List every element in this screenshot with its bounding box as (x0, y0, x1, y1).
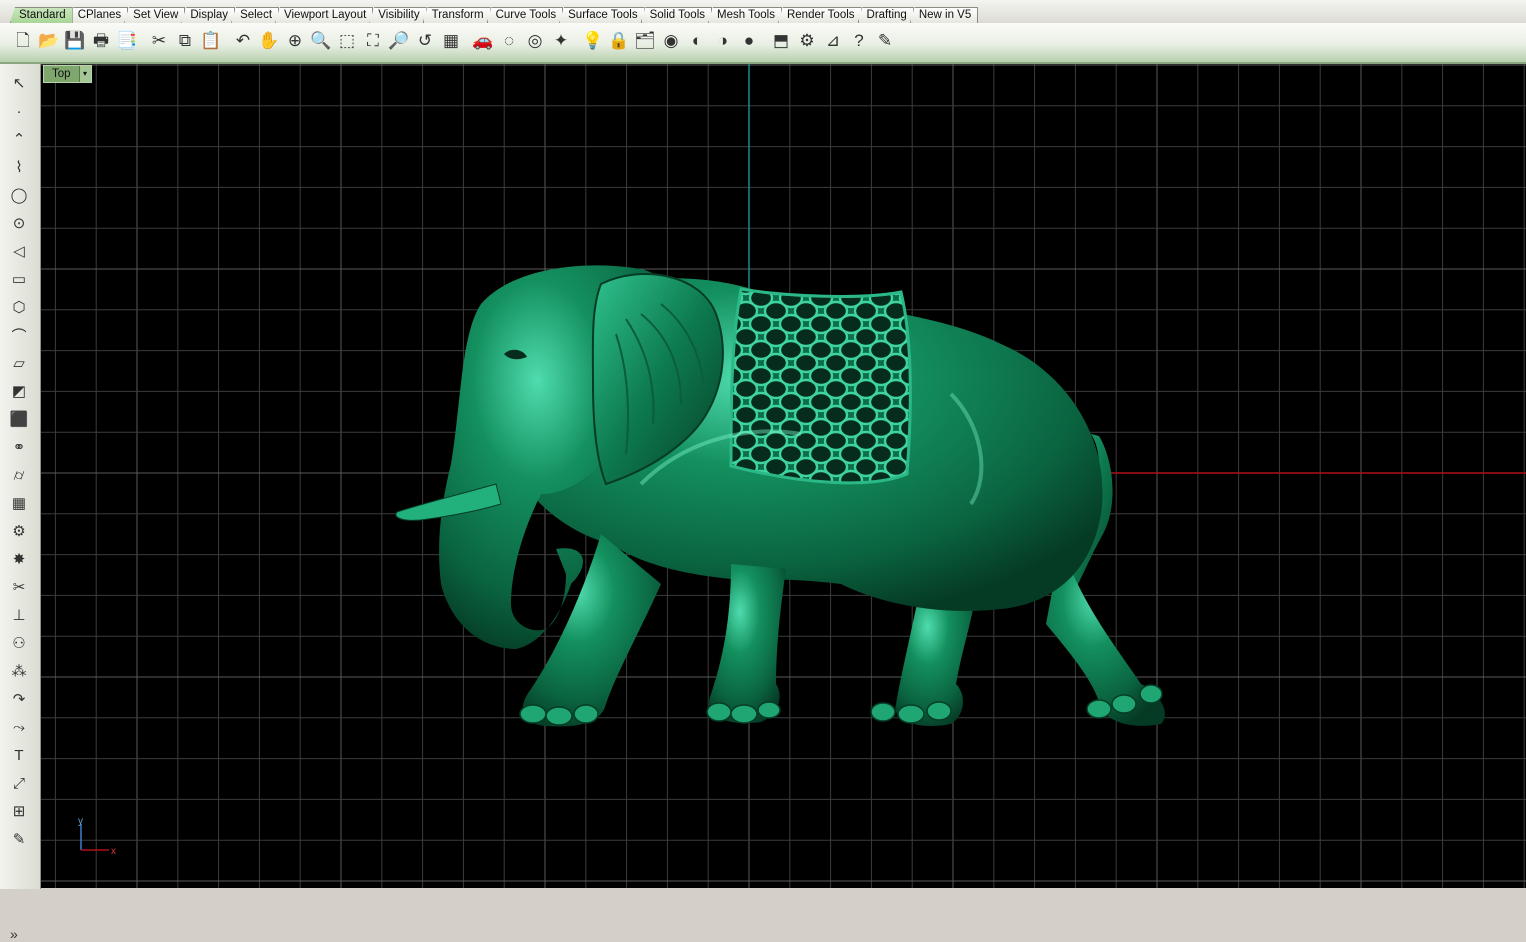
car-render-icon[interactable]: 🚗 (470, 26, 496, 54)
explode-icon[interactable]: ✸ (6, 547, 32, 571)
boolean-union-icon[interactable]: ⚭ (6, 435, 32, 459)
more-tools-icon[interactable]: » (10, 926, 18, 942)
layer-icon[interactable]: 🗂 (632, 26, 658, 54)
show-selected-icon[interactable]: ◎ (522, 26, 548, 54)
world-axis-icon: y x (78, 816, 116, 857)
rotate-view-icon[interactable]: ⊕ (282, 26, 308, 54)
viewport-title-tab[interactable]: Top ▾ (43, 65, 92, 83)
tab-cplanes[interactable]: CPlanes (68, 7, 129, 23)
cut-icon[interactable]: ✂ (146, 26, 172, 54)
group-icon[interactable]: ⚇ (6, 631, 32, 655)
arc-icon[interactable]: ◁ (6, 239, 32, 263)
tab-solid-tools[interactable]: Solid Tools (640, 7, 712, 23)
mesh-icon[interactable]: ▦ (6, 491, 32, 515)
rendered-sphere-icon[interactable]: ◑ (710, 26, 736, 54)
shaded-sphere-icon[interactable]: ◐ (684, 26, 710, 54)
rotate-icon[interactable]: ↷ (6, 687, 32, 711)
rectangle-icon[interactable]: ▭ (6, 267, 32, 291)
trim-icon[interactable]: ✂ (6, 575, 32, 599)
object-snap-icon[interactable]: ✦ (548, 26, 574, 54)
paste-icon[interactable]: 📋 (198, 26, 224, 54)
lock-icon[interactable]: 🔒 (606, 26, 632, 54)
options-gear-icon[interactable]: ⚙ (794, 26, 820, 54)
extrude-surface-icon[interactable]: ◩ (6, 379, 32, 403)
tab-surface-tools[interactable]: Surface Tools (559, 7, 645, 23)
axis-x-label: x (111, 846, 116, 857)
curve-icon[interactable]: ⌇ (6, 155, 32, 179)
box-solid-icon[interactable]: ⬛ (6, 407, 32, 431)
viewport-name[interactable]: Top (44, 66, 79, 82)
zoom-window-icon[interactable]: ⬚ (334, 26, 360, 54)
tab-set-view[interactable]: Set View (124, 7, 186, 23)
tab-visibility[interactable]: Visibility (369, 7, 427, 23)
copy-icon[interactable]: ⧉ (172, 26, 198, 54)
help-icon[interactable]: ? (846, 26, 872, 54)
elephant-model[interactable] (395, 265, 1165, 727)
left-vertical-toolbar: ↖ · ⌃ ⌇ ◯ ⊙ ◁ ▭ ⬡ ⌒ ▱ ◩ ⬛ ⚭ ⌭ ▦ ⚙ ✸ ✂ ⊥ ⚇ ⁂ ↷ ⤳ T ⤢ ⊞ ✎ » (0, 64, 41, 942)
fillet-curve-icon[interactable]: ⌒ (6, 323, 32, 347)
tab-drafting[interactable]: Drafting (857, 7, 914, 23)
split-icon[interactable]: ⊥ (6, 603, 32, 627)
analyze-icon[interactable]: ✎ (6, 827, 32, 851)
block-icon[interactable]: ⊞ (6, 799, 32, 823)
toolbar-icons: 🗋 📂 💾 🖶 📑 ✂ ⧉ 📋 ↶ ✋ ⊕ 🔍 ⬚ ⛶ 🔎 ↺ ▦ 🚗 ◌ ◎ ✦ 💡 🔒 🗂 ◉ ◐ ◑ ● ⬒ ⚙ ⊿? ✎ (10, 26, 898, 54)
undo-icon[interactable]: ↶ (230, 26, 256, 54)
point-icon[interactable]: · (6, 99, 32, 123)
toolbar-tabs: Standard CPlanes Set View Display Select View… (10, 7, 979, 23)
axis-y-label: y (78, 816, 83, 827)
hide-object-icon[interactable]: ◌ (496, 26, 522, 54)
select-arrow-icon[interactable]: ↖ (6, 71, 32, 95)
open-folder-icon[interactable]: 📂 (36, 26, 62, 54)
tab-new-in-v5[interactable]: New in V5 (909, 7, 979, 23)
tab-viewport-layout[interactable]: Viewport Layout (275, 7, 374, 23)
viewport-menu-dropdown-icon[interactable]: ▾ (78, 66, 91, 82)
tab-standard[interactable]: Standard (10, 7, 73, 23)
print-icon[interactable]: 🖶 (88, 26, 114, 54)
circle-icon[interactable]: ◯ (6, 183, 32, 207)
top-viewport[interactable]: y x Top ▾ (41, 64, 1526, 888)
tab-select[interactable]: Select (231, 7, 280, 23)
surface-icon[interactable]: ▱ (6, 351, 32, 375)
new-document-icon[interactable]: 🗋 (10, 26, 36, 54)
toolbar-tab-strip: Standard CPlanes Set View Display Select View… (0, 0, 1526, 24)
light-bulb-icon[interactable]: 💡 (580, 26, 606, 54)
tips-icon[interactable]: ✎ (872, 26, 898, 54)
color-wheel-icon[interactable]: ◉ (658, 26, 684, 54)
tab-display[interactable]: Display (181, 7, 236, 23)
tab-transform[interactable]: Transform (422, 7, 491, 23)
blue-sphere-icon[interactable]: ● (736, 26, 762, 54)
viewport-layout-icon[interactable]: ▦ (438, 26, 464, 54)
rectangle-select-icon[interactable]: ⬒ (768, 26, 794, 54)
ellipse-icon[interactable]: ⊙ (6, 211, 32, 235)
dimension-icon[interactable]: ⊿ (820, 26, 846, 54)
text-icon[interactable]: T (6, 743, 32, 767)
zoom-icon[interactable]: 🔍 (308, 26, 334, 54)
zoom-extents-icon[interactable]: ⛶ (360, 26, 386, 54)
save-icon[interactable]: 💾 (62, 26, 88, 54)
tab-mesh-tools[interactable]: Mesh Tools (708, 7, 782, 23)
gear-tool-icon[interactable]: ⚙ (6, 519, 32, 543)
scale-icon[interactable]: ⤢ (6, 771, 32, 795)
tab-curve-tools[interactable]: Curve Tools (486, 7, 564, 23)
cylinder-icon[interactable]: ⌭ (6, 463, 32, 487)
transform-icon[interactable]: ⤳ (6, 715, 32, 739)
polyline-icon[interactable]: ⌃ (6, 127, 32, 151)
zoom-selected-icon[interactable]: 🔎 (386, 26, 412, 54)
array-icon[interactable]: ⁂ (6, 659, 32, 683)
pan-icon[interactable]: ✋ (256, 26, 282, 54)
viewport-canvas[interactable]: y x (41, 64, 1526, 888)
tab-render-tools[interactable]: Render Tools (777, 7, 862, 23)
standard-toolbar: 🗋 📂 💾 🖶 📑 ✂ ⧉ 📋 ↶ ✋ ⊕ 🔍 ⬚ ⛶ 🔎 ↺ ▦ 🚗 ◌ ◎ ✦ 💡 🔒 🗂 ◉ ◐ ◑ ● ⬒ ⚙ ⊿? ✎ (0, 23, 1526, 64)
polygon-icon[interactable]: ⬡ (6, 295, 32, 319)
undo-view-icon[interactable]: ↺ (412, 26, 438, 54)
import-icon[interactable]: 📑 (114, 26, 140, 54)
